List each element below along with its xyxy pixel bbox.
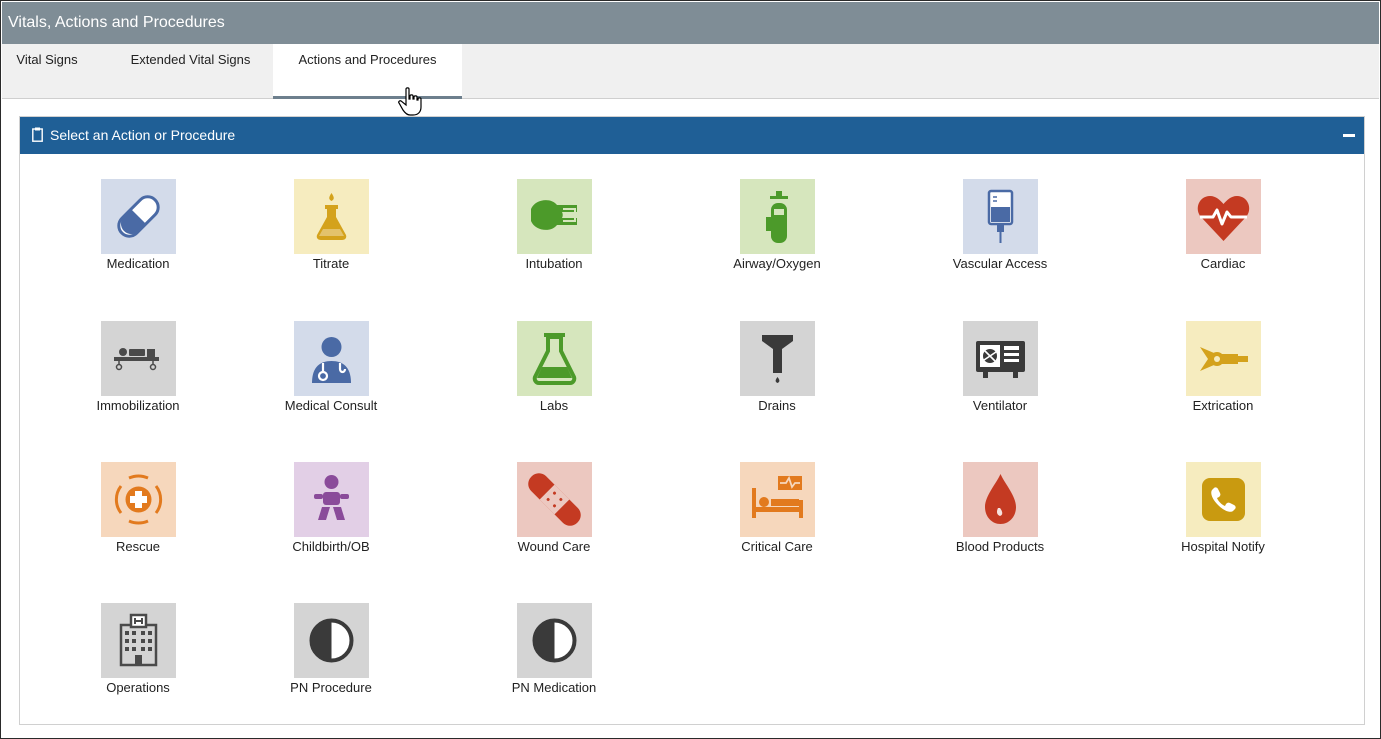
tab-extended-vital-signs[interactable]: Extended Vital Signs	[118, 44, 263, 99]
blood-drop-icon	[963, 462, 1038, 537]
window-title: Vitals, Actions and Procedures	[2, 2, 1379, 44]
action-tile-labs[interactable]: Labs	[439, 321, 669, 441]
action-tile-pn-procedure[interactable]: PN Procedure	[216, 603, 446, 723]
action-tile-hospital-notify[interactable]: Hospital Notify	[1108, 462, 1338, 582]
panel-header: Select an Action or Procedure	[20, 117, 1364, 154]
action-tile-label: PN Medication	[511, 680, 597, 695]
bandage-icon	[517, 462, 592, 537]
tab-label: Vital Signs	[16, 52, 78, 67]
tab-actions-and-procedures[interactable]: Actions and Procedures	[273, 44, 462, 99]
clipboard-icon	[32, 127, 43, 142]
action-tile-blood-products[interactable]: Blood Products	[885, 462, 1115, 582]
action-tile-label: Titrate	[312, 256, 350, 271]
action-tile-label: Airway/Oxygen	[733, 256, 821, 271]
action-tile-label: Labs	[539, 398, 569, 413]
action-panel: Select an Action or Procedure Medication…	[19, 116, 1365, 725]
action-tile-label: Critical Care	[741, 539, 813, 554]
flask-drop-icon	[294, 179, 369, 254]
hospital-building-icon	[101, 603, 176, 678]
action-tile-label: Extrication	[1192, 398, 1254, 413]
action-tile-vascular-access[interactable]: Vascular Access	[885, 179, 1115, 299]
action-tile-label: Intubation	[525, 256, 583, 271]
hand-cursor-icon	[398, 87, 422, 116]
heart-pulse-icon	[1186, 179, 1261, 254]
funnel-icon	[740, 321, 815, 396]
action-tile-label: Childbirth/OB	[292, 539, 370, 554]
app-window: Vitals, Actions and Procedures Vital Sig…	[0, 0, 1381, 739]
tab-label: Extended Vital Signs	[130, 52, 251, 67]
action-tile-extrication[interactable]: Extrication	[1108, 321, 1338, 441]
intubation-icon	[517, 179, 592, 254]
action-tile-childbirth-ob[interactable]: Childbirth/OB	[216, 462, 446, 582]
rescue-cross-icon	[101, 462, 176, 537]
action-tile-label: Wound Care	[517, 539, 591, 554]
doctor-icon	[294, 321, 369, 396]
half-circle-icon	[294, 603, 369, 678]
half-circle-icon	[517, 603, 592, 678]
tab-bar: Vital Signs Extended Vital Signs Actions…	[2, 44, 1379, 99]
action-tile-label: Blood Products	[955, 539, 1045, 554]
action-tile-label: Ventilator	[972, 398, 1028, 413]
action-tile-wound-care[interactable]: Wound Care	[439, 462, 669, 582]
action-tile-cardiac[interactable]: Cardiac	[1108, 179, 1338, 299]
collapse-button[interactable]	[1334, 117, 1364, 154]
panel-title: Select an Action or Procedure	[50, 127, 236, 143]
action-tile-medical-consult[interactable]: Medical Consult	[216, 321, 446, 441]
jaws-of-life-icon	[1186, 321, 1261, 396]
action-tile-label: Hospital Notify	[1181, 539, 1265, 554]
action-tile-ventilator[interactable]: Ventilator	[885, 321, 1115, 441]
action-tile-titrate[interactable]: Titrate	[216, 179, 446, 299]
action-tile-airway-oxygen[interactable]: Airway/Oxygen	[662, 179, 892, 299]
action-tile-critical-care[interactable]: Critical Care	[662, 462, 892, 582]
action-tile-label: Vascular Access	[952, 256, 1048, 271]
capsule-icon	[101, 179, 176, 254]
action-tile-pn-medication[interactable]: PN Medication	[439, 603, 669, 723]
stretcher-icon	[101, 321, 176, 396]
flask-icon	[517, 321, 592, 396]
action-tile-intubation[interactable]: Intubation	[439, 179, 669, 299]
iv-bag-icon	[963, 179, 1038, 254]
action-tile-label: Medical Consult	[284, 398, 378, 413]
baby-icon	[294, 462, 369, 537]
tab-label: Actions and Procedures	[298, 52, 437, 67]
action-tile-label: Drains	[758, 398, 796, 413]
ventilator-icon	[963, 321, 1038, 396]
action-tile-label: Cardiac	[1200, 256, 1246, 271]
action-tile-drains[interactable]: Drains	[662, 321, 892, 441]
action-tile-label: PN Procedure	[290, 680, 372, 695]
tab-vital-signs[interactable]: Vital Signs	[7, 44, 87, 99]
hospital-bed-icon	[740, 462, 815, 537]
oxygen-tank-icon	[740, 179, 815, 254]
phone-icon	[1186, 462, 1261, 537]
